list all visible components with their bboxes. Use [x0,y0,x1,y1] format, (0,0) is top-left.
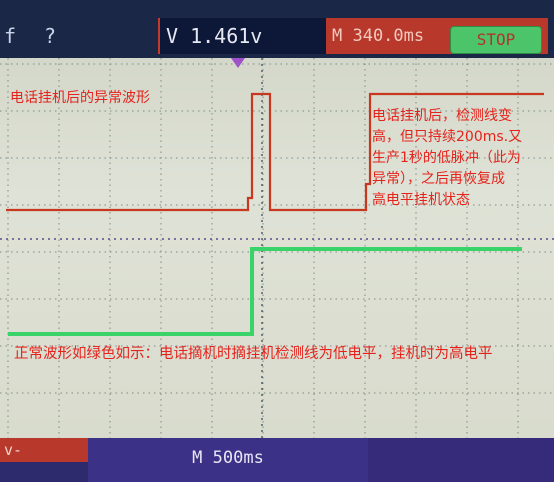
voltage-readout: V 1.461v [158,18,326,54]
top-toolbar: f ? V 1.461v M 340.0ms STOP [0,0,554,58]
function-key[interactable]: f [0,18,20,54]
description-line: 高电平挂机状态 [372,192,470,208]
bottom-status-bar: v- M 500ms [0,438,554,482]
channel-coupling-label[interactable]: v- [0,438,88,462]
abnormal-waveform-description: 电话挂机后，检测线变 高，但只持续200ms.又 生产1秒的低脉冲（此为 异常）… [372,106,542,211]
stop-button[interactable]: STOP [450,26,542,54]
oscilloscope-screen: f ? V 1.461v M 340.0ms STOP 电话挂机后的异常波形 电… [0,0,554,482]
help-key[interactable]: ? [38,18,62,54]
status-bar-spacer [368,438,554,482]
normal-waveform-note: 正常波形如绿色如示：电话摘机时摘挂机检测线为低电平，挂机时为高电平 [14,346,493,362]
abnormal-waveform-title: 电话挂机后的异常波形 [10,90,150,106]
description-line: 异常），之后再恢复成 [372,171,505,187]
normal-waveform [8,247,522,336]
description-line: 生产1秒的低脉冲（此为 [372,150,521,166]
description-line: 高，但只持续200ms.又 [372,129,523,145]
description-line: 电话挂机后，检测线变 [372,108,512,124]
timebase-readout: M 500ms [88,438,368,482]
